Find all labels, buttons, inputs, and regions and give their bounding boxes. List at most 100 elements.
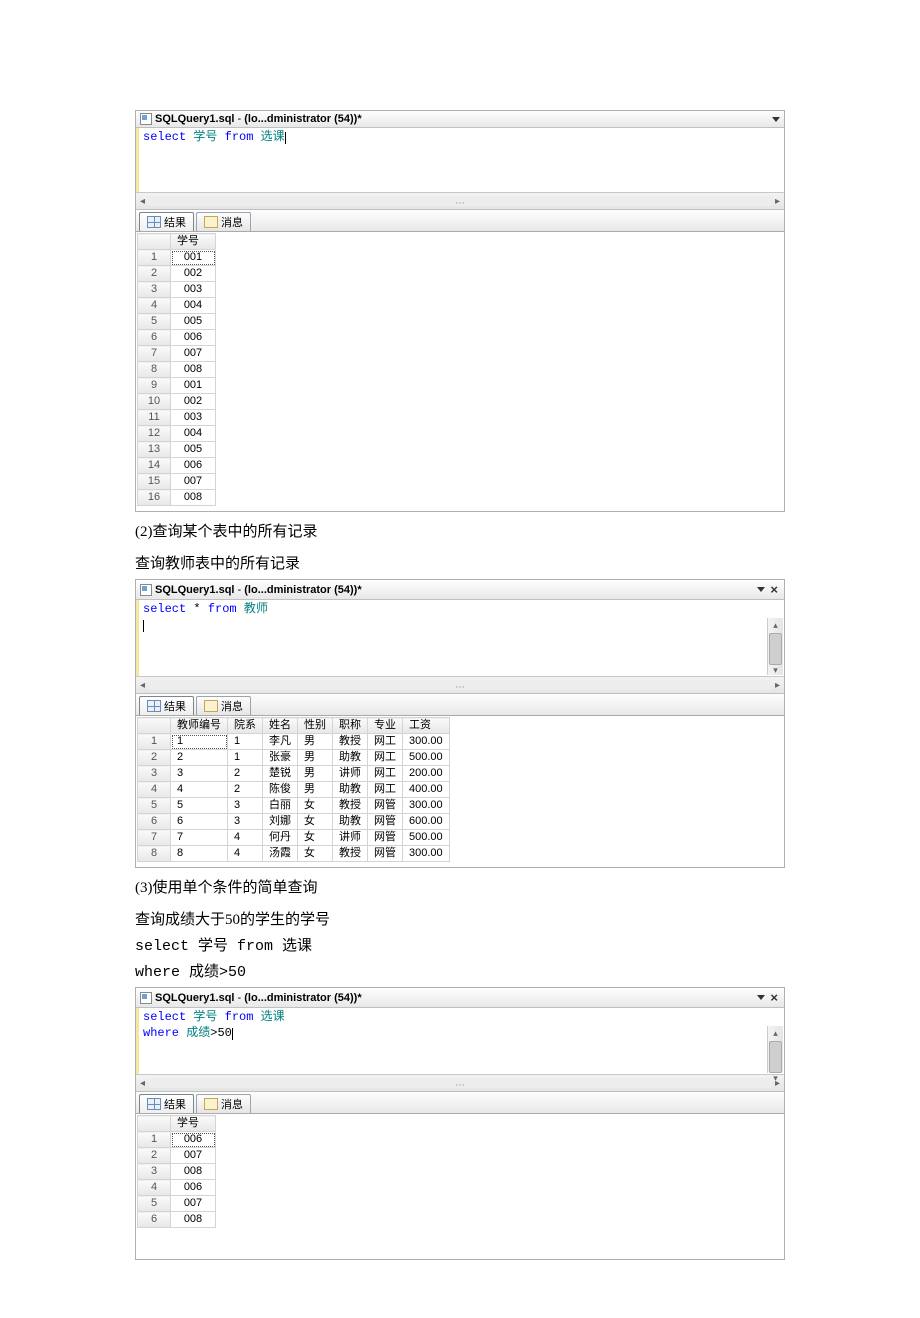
- cell[interactable]: 3: [228, 798, 263, 814]
- row-number[interactable]: 3: [138, 1164, 171, 1180]
- cell[interactable]: 男: [298, 750, 333, 766]
- cell[interactable]: 1: [228, 734, 263, 750]
- table-row[interactable]: 221张豪男助教网工500.00: [138, 750, 450, 766]
- cell[interactable]: 008: [171, 362, 216, 378]
- cell[interactable]: 5: [171, 798, 228, 814]
- cell[interactable]: 008: [171, 490, 216, 506]
- cell[interactable]: 006: [171, 1180, 216, 1196]
- column-header[interactable]: 教师编号: [171, 718, 228, 734]
- row-number[interactable]: 3: [138, 282, 171, 298]
- panel3-v-scrollbar[interactable]: ▴ ▾: [767, 1026, 783, 1073]
- cell[interactable]: 3: [171, 766, 228, 782]
- cell[interactable]: 001: [171, 378, 216, 394]
- cell[interactable]: 网管: [368, 798, 403, 814]
- cell[interactable]: 006: [171, 458, 216, 474]
- cell[interactable]: 007: [171, 1148, 216, 1164]
- cell[interactable]: 4: [171, 782, 228, 798]
- close-icon[interactable]: ×: [768, 990, 780, 1005]
- cell[interactable]: 女: [298, 798, 333, 814]
- cell[interactable]: 1: [171, 734, 228, 750]
- cell[interactable]: 白丽: [263, 798, 298, 814]
- table-row[interactable]: 5005: [138, 314, 216, 330]
- table-row[interactable]: 12004: [138, 426, 216, 442]
- cell[interactable]: 400.00: [403, 782, 450, 798]
- dropdown-icon[interactable]: [772, 117, 780, 122]
- cell[interactable]: 讲师: [333, 766, 368, 782]
- column-header[interactable]: 姓名: [263, 718, 298, 734]
- row-number[interactable]: 13: [138, 442, 171, 458]
- table-row[interactable]: 111李凡男教授网工300.00: [138, 734, 450, 750]
- cell[interactable]: 200.00: [403, 766, 450, 782]
- table-row[interactable]: 884汤霞女教授网管300.00: [138, 846, 450, 862]
- tab-results[interactable]: 结果: [139, 1094, 194, 1113]
- row-number[interactable]: 5: [138, 1196, 171, 1212]
- table-row[interactable]: 2002: [138, 266, 216, 282]
- row-number[interactable]: 2: [138, 266, 171, 282]
- cell[interactable]: 007: [171, 346, 216, 362]
- cell[interactable]: 4: [228, 846, 263, 862]
- cell[interactable]: 教授: [333, 846, 368, 862]
- row-number[interactable]: 16: [138, 490, 171, 506]
- cell[interactable]: 陈俊: [263, 782, 298, 798]
- tab-results[interactable]: 结果: [139, 696, 194, 715]
- row-number[interactable]: 8: [138, 362, 171, 378]
- table-row[interactable]: 663刘娜女助教网管600.00: [138, 814, 450, 830]
- panel2-result-grid[interactable]: 教师编号院系姓名性别职称专业工资111李凡男教授网工300.00221张豪男助教…: [137, 717, 450, 862]
- cell[interactable]: 008: [171, 1164, 216, 1180]
- table-row[interactable]: 1006: [138, 1132, 216, 1148]
- close-icon[interactable]: ×: [768, 582, 780, 597]
- table-row[interactable]: 7007: [138, 346, 216, 362]
- cell[interactable]: 网管: [368, 830, 403, 846]
- panel2-v-scrollbar[interactable]: ▴ ▾: [767, 618, 783, 675]
- cell[interactable]: 7: [171, 830, 228, 846]
- cell[interactable]: 李凡: [263, 734, 298, 750]
- column-header[interactable]: 工资: [403, 718, 450, 734]
- panel2-sql-editor[interactable]: select * from 教师: [136, 600, 784, 676]
- row-number[interactable]: 6: [138, 814, 171, 830]
- cell[interactable]: 张豪: [263, 750, 298, 766]
- row-number[interactable]: 1: [138, 250, 171, 266]
- cell[interactable]: 讲师: [333, 830, 368, 846]
- table-row[interactable]: 3008: [138, 1164, 216, 1180]
- table-row[interactable]: 15007: [138, 474, 216, 490]
- cell[interactable]: 003: [171, 282, 216, 298]
- scroll-thumb[interactable]: [769, 633, 782, 665]
- cell[interactable]: 助教: [333, 814, 368, 830]
- cell[interactable]: 男: [298, 766, 333, 782]
- panel1-result-grid[interactable]: 学号10012002300340045005600670078008900110…: [137, 233, 216, 506]
- row-number[interactable]: 15: [138, 474, 171, 490]
- scroll-right-icon[interactable]: ▸: [773, 196, 782, 207]
- cell[interactable]: 网管: [368, 846, 403, 862]
- scroll-left-icon[interactable]: ◂: [138, 196, 147, 207]
- cell[interactable]: 何丹: [263, 830, 298, 846]
- cell[interactable]: 女: [298, 830, 333, 846]
- table-row[interactable]: 4004: [138, 298, 216, 314]
- row-number[interactable]: 2: [138, 1148, 171, 1164]
- cell[interactable]: 男: [298, 782, 333, 798]
- table-row[interactable]: 1001: [138, 250, 216, 266]
- cell[interactable]: 2: [171, 750, 228, 766]
- tab-messages[interactable]: 消息: [196, 696, 251, 715]
- cell[interactable]: 网工: [368, 766, 403, 782]
- table-row[interactable]: 553白丽女教授网管300.00: [138, 798, 450, 814]
- panel3-h-scrollbar[interactable]: ◂ … ▸: [136, 1074, 784, 1091]
- column-header[interactable]: 性别: [298, 718, 333, 734]
- row-number[interactable]: 5: [138, 798, 171, 814]
- row-number[interactable]: 1: [138, 1132, 171, 1148]
- cell[interactable]: 007: [171, 474, 216, 490]
- cell[interactable]: 8: [171, 846, 228, 862]
- table-row[interactable]: 16008: [138, 490, 216, 506]
- table-row[interactable]: 442陈俊男助教网工400.00: [138, 782, 450, 798]
- table-row[interactable]: 2007: [138, 1148, 216, 1164]
- cell[interactable]: 004: [171, 426, 216, 442]
- scroll-down-icon[interactable]: ▾: [773, 1073, 778, 1084]
- table-row[interactable]: 6008: [138, 1212, 216, 1228]
- row-number[interactable]: 4: [138, 298, 171, 314]
- row-number[interactable]: 10: [138, 394, 171, 410]
- tab-messages[interactable]: 消息: [196, 212, 251, 231]
- cell[interactable]: 4: [228, 830, 263, 846]
- cell[interactable]: 005: [171, 314, 216, 330]
- cell[interactable]: 女: [298, 846, 333, 862]
- cell[interactable]: 刘娜: [263, 814, 298, 830]
- row-number[interactable]: 6: [138, 1212, 171, 1228]
